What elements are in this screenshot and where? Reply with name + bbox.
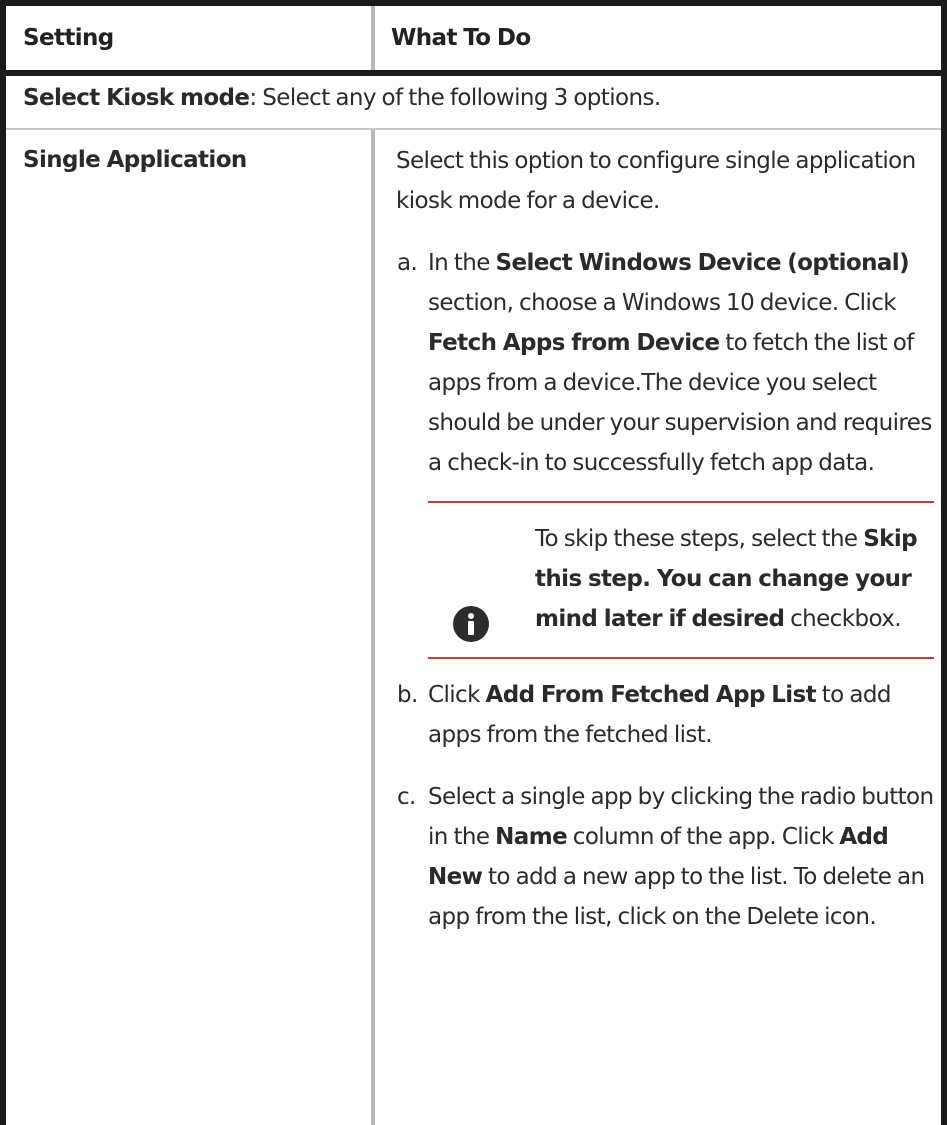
intro-text: Select this option to configure single a… <box>396 148 916 214</box>
note-text: To skip these steps, select the Skip thi… <box>535 526 918 632</box>
settings-table: Setting What To Do Select Kiosk mode: Se… <box>0 0 947 1125</box>
column-header-setting: Setting <box>23 25 114 51</box>
header-divider <box>6 70 941 76</box>
steps-list: a. In the Select Windows Device (optiona… <box>396 243 936 483</box>
single-application-instructions: Select this option to configure single a… <box>396 141 936 937</box>
table-right-border <box>941 0 947 1125</box>
header-column-separator <box>371 6 375 70</box>
kiosk-mode-text: : Select any of the following 3 options. <box>249 85 661 111</box>
step-c: c. Select a single app by clicking the r… <box>396 777 936 937</box>
table-left-border <box>0 0 6 1125</box>
step-a: a. In the Select Windows Device (optiona… <box>396 243 936 483</box>
info-icon <box>453 606 489 642</box>
steps-list-continued: b. Click Add From Fetched App List to ad… <box>396 675 936 937</box>
step-marker: c. <box>397 784 416 810</box>
step-text: to add a new app to the list. To delete … <box>428 864 925 930</box>
row-divider <box>6 128 941 130</box>
step-text-bold: Fetch Apps from Device <box>428 330 720 356</box>
step-text: In the <box>428 250 496 276</box>
step-marker: b. <box>397 682 418 708</box>
table-top-border <box>0 0 947 6</box>
step-b: b. Click Add From Fetched App List to ad… <box>396 675 936 755</box>
step-text-bold: Add From Fetched App List <box>485 682 817 708</box>
kiosk-mode-row: Select Kiosk mode: Select any of the fol… <box>23 85 661 111</box>
step-text-bold: Select Windows Device (optional) <box>495 250 910 276</box>
step-text: column of the app. Click <box>567 824 840 850</box>
note-box: To skip these steps, select the Skip thi… <box>428 501 934 659</box>
kiosk-mode-label: Select Kiosk mode <box>23 85 250 111</box>
step-text: section, choose a Windows 10 device. Cli… <box>428 290 897 316</box>
body-column-separator <box>371 130 375 1125</box>
step-text: Click <box>428 682 486 708</box>
setting-name-single-application: Single Application <box>23 147 247 173</box>
column-header-what-to-do: What To Do <box>391 25 531 51</box>
step-text-bold: Name <box>495 824 568 850</box>
step-marker: a. <box>397 250 418 276</box>
